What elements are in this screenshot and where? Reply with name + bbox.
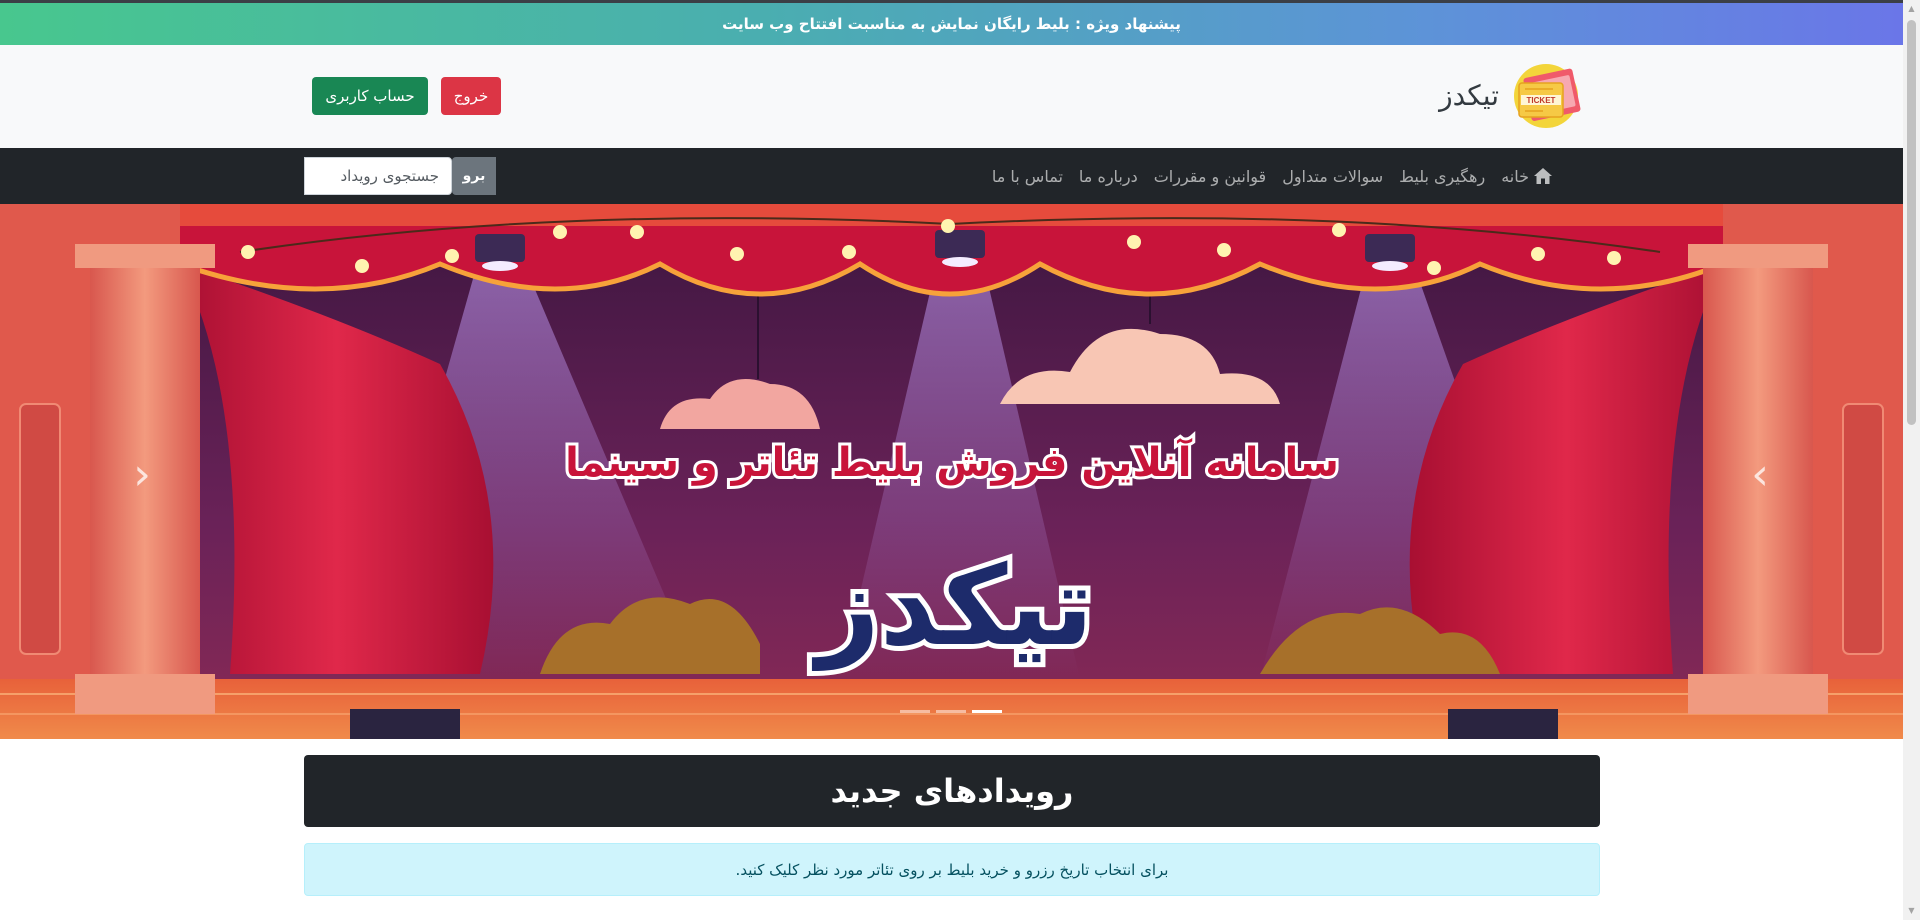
nav-item-rules[interactable]: قوانین و مقررات bbox=[1154, 167, 1266, 186]
events-section-title: رویدادهای جدید bbox=[304, 755, 1600, 827]
carousel-indicator[interactable] bbox=[972, 710, 1002, 713]
carousel-next-button[interactable]: › bbox=[1730, 444, 1790, 504]
nav-item-home[interactable]: خانه bbox=[1501, 167, 1553, 186]
nav-item-faq[interactable]: سوالات متداول bbox=[1282, 167, 1383, 186]
chevron-left-icon: ‹ bbox=[133, 448, 151, 500]
events-info-text: برای انتخاب تاریخ رزرو و خرید بلیط بر رو… bbox=[735, 860, 1169, 879]
vertical-scrollbar[interactable]: ▲ ▼ bbox=[1903, 0, 1920, 920]
hero-subtitle: سامانه آنلاین فروش بلیط تئاتر و سینما bbox=[565, 437, 1339, 486]
scroll-up-icon[interactable]: ▲ bbox=[1907, 4, 1916, 14]
search-group: برو bbox=[304, 157, 496, 195]
nav-home-label: خانه bbox=[1501, 166, 1529, 186]
events-info-alert: برای انتخاب تاریخ رزرو و خرید بلیط بر رو… bbox=[304, 843, 1600, 896]
chevron-right-icon: › bbox=[1751, 448, 1769, 500]
site-header: TICKET تیکدز حساب کاربری خروج bbox=[0, 45, 1903, 148]
logo-text: TICKET bbox=[1527, 96, 1556, 105]
main-navbar: خانه رهگیری بلیط سوالات متداول قوانین و … bbox=[0, 148, 1903, 204]
events-title-text: رویدادهای جدید bbox=[830, 772, 1074, 810]
carousel-prev-button[interactable]: ‹ bbox=[112, 444, 172, 504]
scroll-thumb[interactable] bbox=[1907, 20, 1916, 425]
scroll-down-icon[interactable]: ▼ bbox=[1907, 906, 1916, 916]
nav-item-tracking[interactable]: رهگیری بلیط bbox=[1399, 167, 1485, 186]
stage-illustration: سامانه آنلاین فروش بلیط تئاتر و سینما تی… bbox=[0, 204, 1903, 739]
nav-links: خانه رهگیری بلیط سوالات متداول قوانین و … bbox=[992, 148, 1553, 204]
nav-item-about[interactable]: درباره ما bbox=[1079, 167, 1138, 186]
carousel-indicators bbox=[900, 710, 1002, 713]
header-actions: حساب کاربری خروج bbox=[312, 77, 501, 115]
carousel-indicator[interactable] bbox=[900, 710, 930, 713]
account-button[interactable]: حساب کاربری bbox=[312, 77, 428, 115]
hero-carousel: سامانه آنلاین فروش بلیط تئاتر و سینما تی… bbox=[0, 204, 1903, 739]
page: پیشنهاد ویژه : بلیط رایگان نمایش به مناس… bbox=[0, 0, 1903, 920]
logout-button[interactable]: خروج bbox=[441, 77, 501, 115]
ticket-logo-icon: TICKET bbox=[1513, 61, 1583, 129]
home-icon bbox=[1533, 167, 1553, 185]
brand[interactable]: TICKET تیکدز bbox=[1439, 61, 1583, 129]
carousel-indicator[interactable] bbox=[936, 710, 966, 713]
promo-banner: پیشنهاد ویژه : بلیط رایگان نمایش به مناس… bbox=[0, 3, 1903, 45]
search-input[interactable] bbox=[304, 157, 452, 195]
promo-text: پیشنهاد ویژه : بلیط رایگان نمایش به مناس… bbox=[722, 15, 1181, 33]
search-button[interactable]: برو bbox=[452, 157, 496, 195]
hero-title: تیکدز bbox=[811, 542, 1093, 671]
brand-name: تیکدز bbox=[1439, 78, 1499, 112]
nav-item-contact[interactable]: تماس با ما bbox=[992, 167, 1063, 186]
